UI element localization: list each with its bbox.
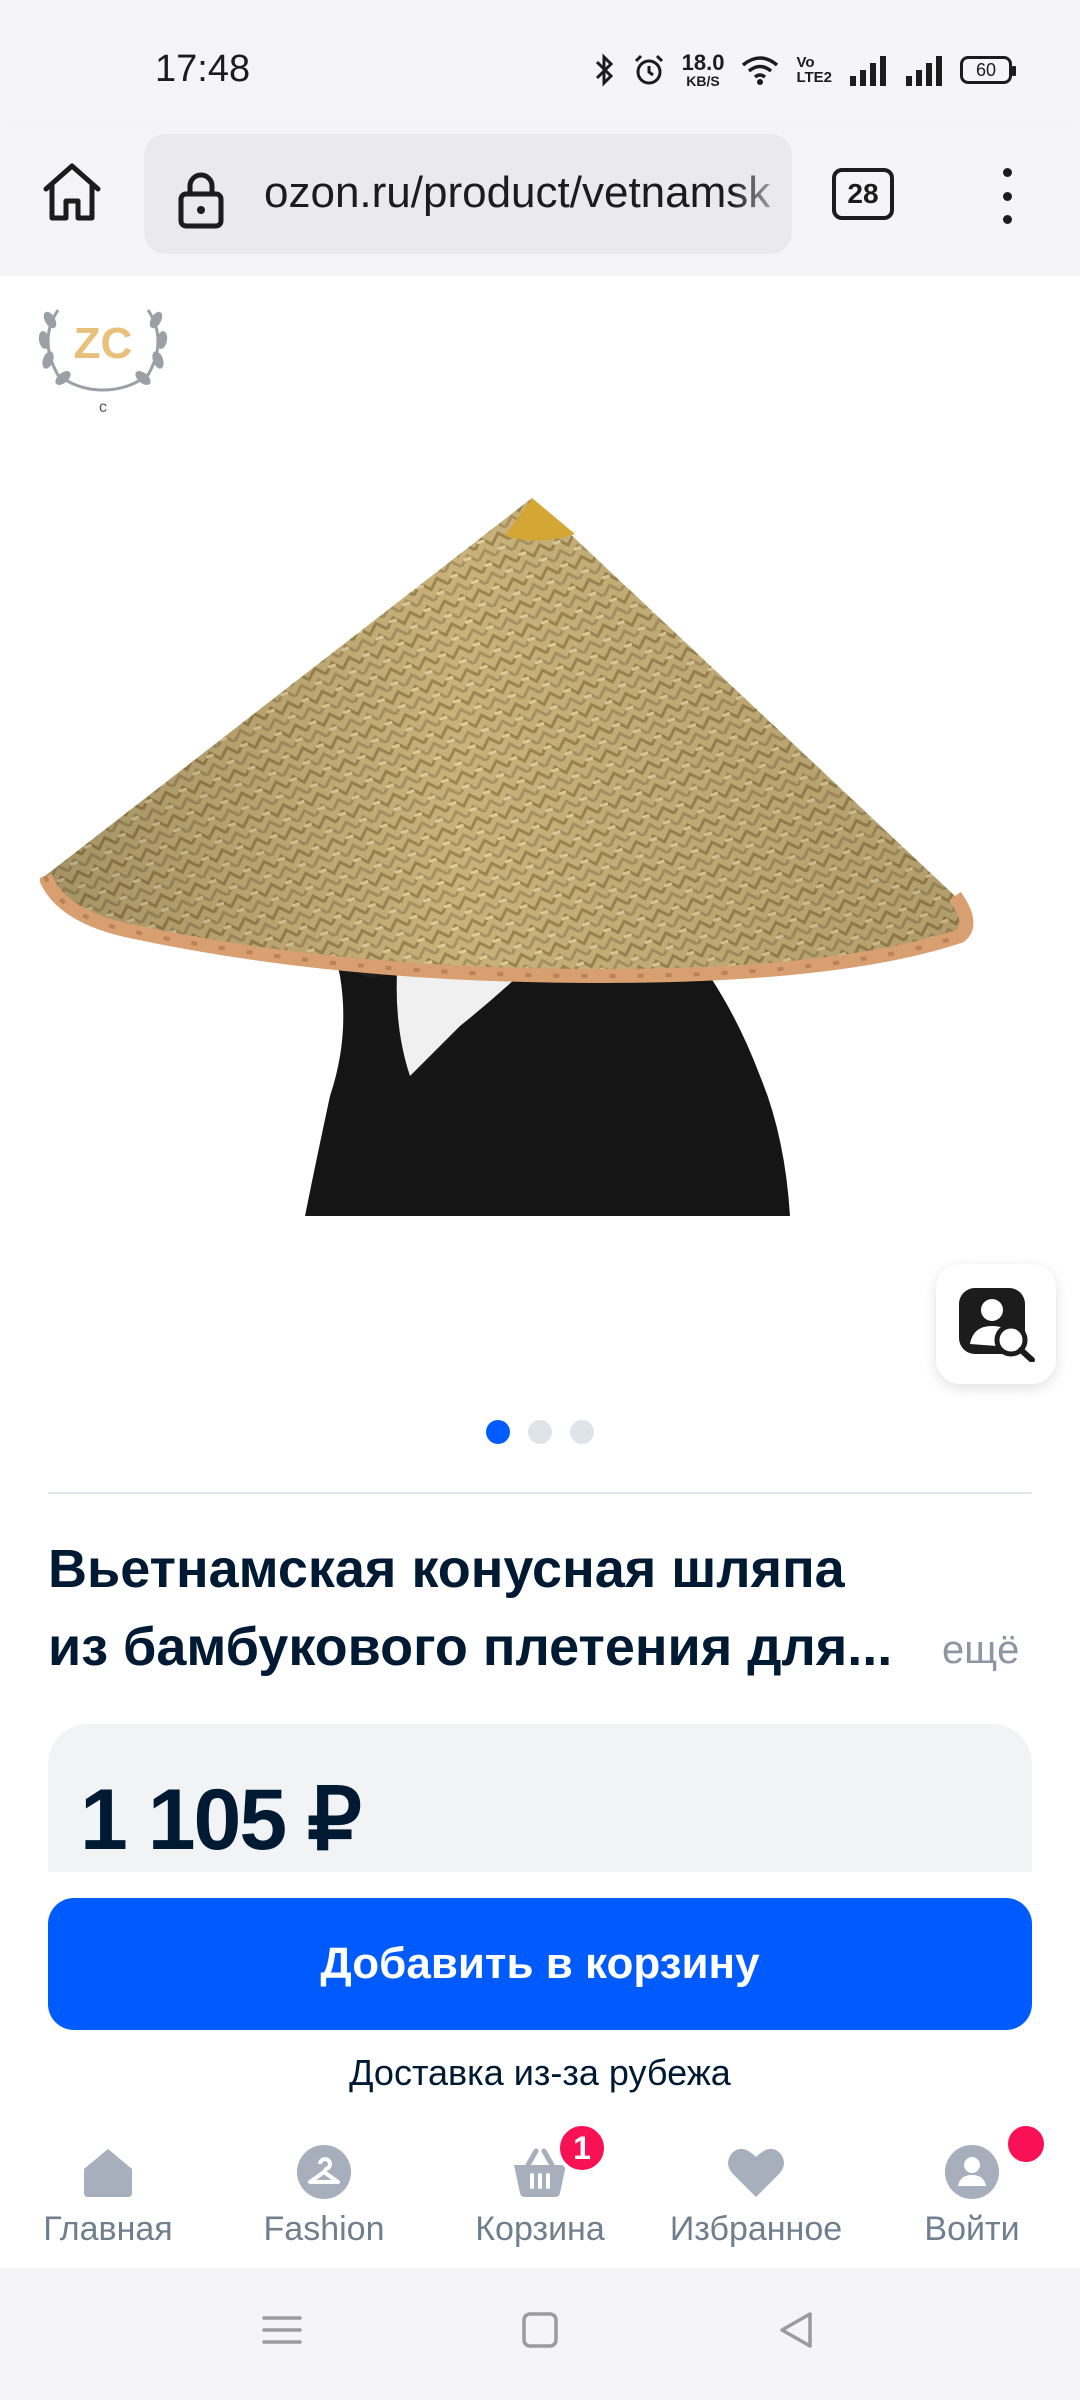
menu-dot — [1002, 168, 1012, 177]
nav-label-fashion: Fashion — [263, 2210, 385, 2248]
url-bar[interactable]: ozon.ru/product/vetnamsk — [144, 134, 792, 254]
login-notification-dot — [1004, 2122, 1048, 2166]
status-time: 17:48 — [155, 48, 251, 90]
gallery-pagination — [0, 1420, 1080, 1444]
tabs-count: 28 — [847, 178, 879, 209]
pagination-dot-active[interactable] — [486, 1420, 510, 1444]
nav-item-favorites[interactable]: Избранное — [648, 2112, 864, 2268]
nav-item-fashion[interactable]: Fashion — [216, 2112, 432, 2268]
heart-icon — [726, 2142, 786, 2202]
hanger-icon — [294, 2142, 354, 2202]
browser-menu-button[interactable] — [990, 164, 1024, 228]
bluetooth-icon — [595, 53, 613, 87]
system-home-icon[interactable] — [520, 2310, 560, 2350]
browser-home-button[interactable] — [38, 158, 106, 226]
system-back-icon[interactable] — [776, 2310, 816, 2350]
url-text: ozon.ru/product/vetnamsk — [264, 168, 771, 217]
status-icons: 18.0 KB/S Vo LTE2 60 — [594, 50, 1016, 90]
pagination-dot[interactable] — [570, 1420, 594, 1444]
volte-indicator: Vo LTE2 — [796, 55, 832, 85]
menu-dot — [1002, 215, 1012, 224]
delivery-note: Доставка из-за рубежа — [349, 2052, 731, 2093]
nav-item-login[interactable]: Войти — [864, 2112, 1080, 2268]
bottom-navigation: Главная Fashion 1 Корзина Избранное Войт… — [0, 2112, 1080, 2268]
wifi-icon — [742, 56, 779, 85]
image-search-icon — [959, 1288, 1035, 1362]
home-icon — [43, 163, 101, 221]
pagination-dot[interactable] — [528, 1420, 552, 1444]
net-speed-value: 18.0 — [681, 50, 725, 75]
nav-label-cart: Корзина — [475, 2210, 605, 2248]
nav-label-login: Войти — [924, 2210, 1020, 2248]
product-title: Вьетнамская конусная шляпа из бамбуковог… — [48, 1539, 893, 1677]
signal-2-icon — [906, 56, 942, 86]
add-to-cart-button[interactable]: Добавить в корзину — [48, 1898, 1032, 2030]
product-image — [40, 498, 974, 1216]
visual-search-button[interactable] — [936, 1264, 1056, 1384]
signal-icon — [850, 56, 886, 86]
product-price: 1 105 ₽ — [80, 1772, 362, 1868]
alarm-icon — [634, 54, 663, 85]
nav-item-home[interactable]: Главная — [0, 2112, 216, 2268]
url-fade — [732, 134, 792, 254]
nav-label-favorites: Избранное — [669, 2210, 843, 2248]
net-speed-unit: KB/S — [686, 73, 720, 89]
nav-label-home: Главная — [43, 2210, 173, 2248]
tabs-button[interactable]: 28 — [832, 168, 894, 220]
system-navigation-bar — [0, 2268, 1080, 2400]
cart-badge: 1 — [556, 2122, 608, 2174]
section-divider — [48, 1492, 1032, 1494]
product-gallery[interactable]: ZC c — [0, 276, 1080, 1444]
brand-logo-text: ZC — [74, 319, 133, 368]
title-more-link[interactable]: ещё — [942, 1628, 1019, 1673]
home-icon — [78, 2142, 138, 2202]
lock-icon — [178, 172, 224, 229]
status-bar: 17:48 18.0 KB/S Vo LTE2 60 — [0, 0, 1080, 128]
nav-item-cart[interactable]: 1 Корзина — [432, 2112, 648, 2268]
profile-icon — [942, 2142, 1002, 2202]
net-speed: 18.0 KB/S — [681, 50, 725, 89]
browser-toolbar: ozon.ru/product/vetnamsk 28 — [0, 128, 1080, 276]
recent-apps-icon[interactable] — [262, 2310, 302, 2350]
volte-label: Vo LTE2 — [796, 54, 832, 86]
menu-dot — [1002, 191, 1012, 201]
battery-level: 60 — [975, 59, 997, 80]
battery-indicator: 60 — [960, 56, 1016, 84]
